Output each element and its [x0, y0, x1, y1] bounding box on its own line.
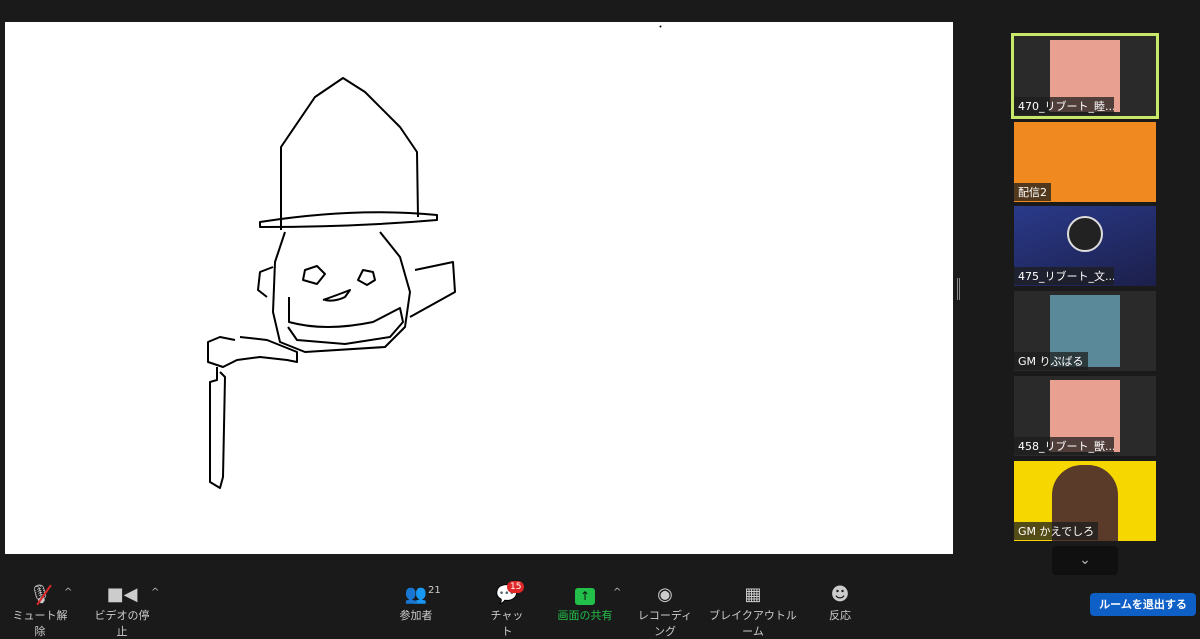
label: ブレイクアウトルーム	[709, 609, 797, 638]
video-camera-icon: ■◀	[106, 584, 138, 605]
participant-tile[interactable]: GM りぷばる	[1014, 291, 1156, 371]
label: 反応	[829, 609, 851, 622]
record-button[interactable]: ◉ レコーディング	[633, 583, 697, 639]
participant-tile[interactable]: 475_リブート_文...	[1014, 206, 1156, 286]
participant-tile[interactable]: 458_リブート_獣...	[1014, 376, 1156, 456]
stop-video-button[interactable]: ■◀ ビデオの停止	[90, 583, 154, 639]
muted-mic-icon: 🎙	[28, 584, 52, 606]
share-options-caret[interactable]: ^	[613, 587, 621, 598]
drawing	[207, 25, 662, 489]
breakout-rooms-button[interactable]: ▦ ブレイクアウトルーム	[707, 583, 799, 639]
participant-count: 21	[428, 585, 441, 596]
chat-icon: 💬 15	[487, 581, 527, 607]
leave-room-button[interactable]: ルームを退出する	[1090, 593, 1196, 616]
label: レコーディング	[637, 609, 693, 638]
obs-logo-icon	[1067, 216, 1103, 252]
participant-name: 458_リブート_獣...	[1014, 437, 1114, 455]
participants-button[interactable]: 👥 21 参加者	[393, 583, 441, 623]
audio-options-caret[interactable]: ^	[64, 587, 72, 598]
scroll-down-button[interactable]: ⌄	[1052, 546, 1118, 575]
label: 参加者	[399, 609, 433, 622]
share-screen-button[interactable]: ↑ 画面の共有	[555, 583, 615, 623]
chat-button[interactable]: 💬 15 チャット	[487, 581, 527, 639]
participant-tile[interactable]: 配信2	[1014, 122, 1156, 202]
participant-name: 配信2	[1014, 183, 1051, 201]
label: チャット	[490, 609, 524, 638]
reactions-button[interactable]: ☻ 反応	[826, 583, 854, 623]
participant-name: 475_リブート_文...	[1014, 267, 1114, 285]
label: 画面の共有	[557, 609, 613, 622]
grid-icon: ▦	[744, 584, 762, 605]
panel-resize-handle[interactable]	[957, 278, 960, 300]
emoji-add-icon: ☻	[830, 584, 850, 605]
share-arrow-icon: ↑	[555, 583, 615, 607]
record-icon: ◉	[657, 584, 673, 605]
label: ミュート解除	[12, 609, 68, 638]
chevron-down-icon: ⌄	[1079, 552, 1091, 568]
label: ビデオの停止	[94, 609, 150, 638]
participant-name: GM りぷばる	[1014, 352, 1088, 370]
participant-name: GM かえでしろ	[1014, 522, 1099, 540]
participant-tile[interactable]: GM かえでしろ	[1014, 461, 1156, 541]
meeting-toolbar: 🎙 ミュート解除 ^ ■◀ ビデオの停止 ^ 👥 21 参加者 💬 15 チャット ↑ 画面の…	[0, 575, 1200, 638]
unmute-button[interactable]: 🎙 ミュート解除	[10, 583, 70, 639]
chat-badge: 15	[507, 581, 525, 593]
participants-icon: 👥 21	[393, 583, 441, 607]
participant-tile[interactable]: 470_リブート_睦...	[1011, 33, 1159, 119]
video-options-caret[interactable]: ^	[151, 587, 159, 598]
shared-whiteboard[interactable]	[5, 22, 953, 554]
participant-name: 470_リブート_睦...	[1014, 97, 1114, 115]
